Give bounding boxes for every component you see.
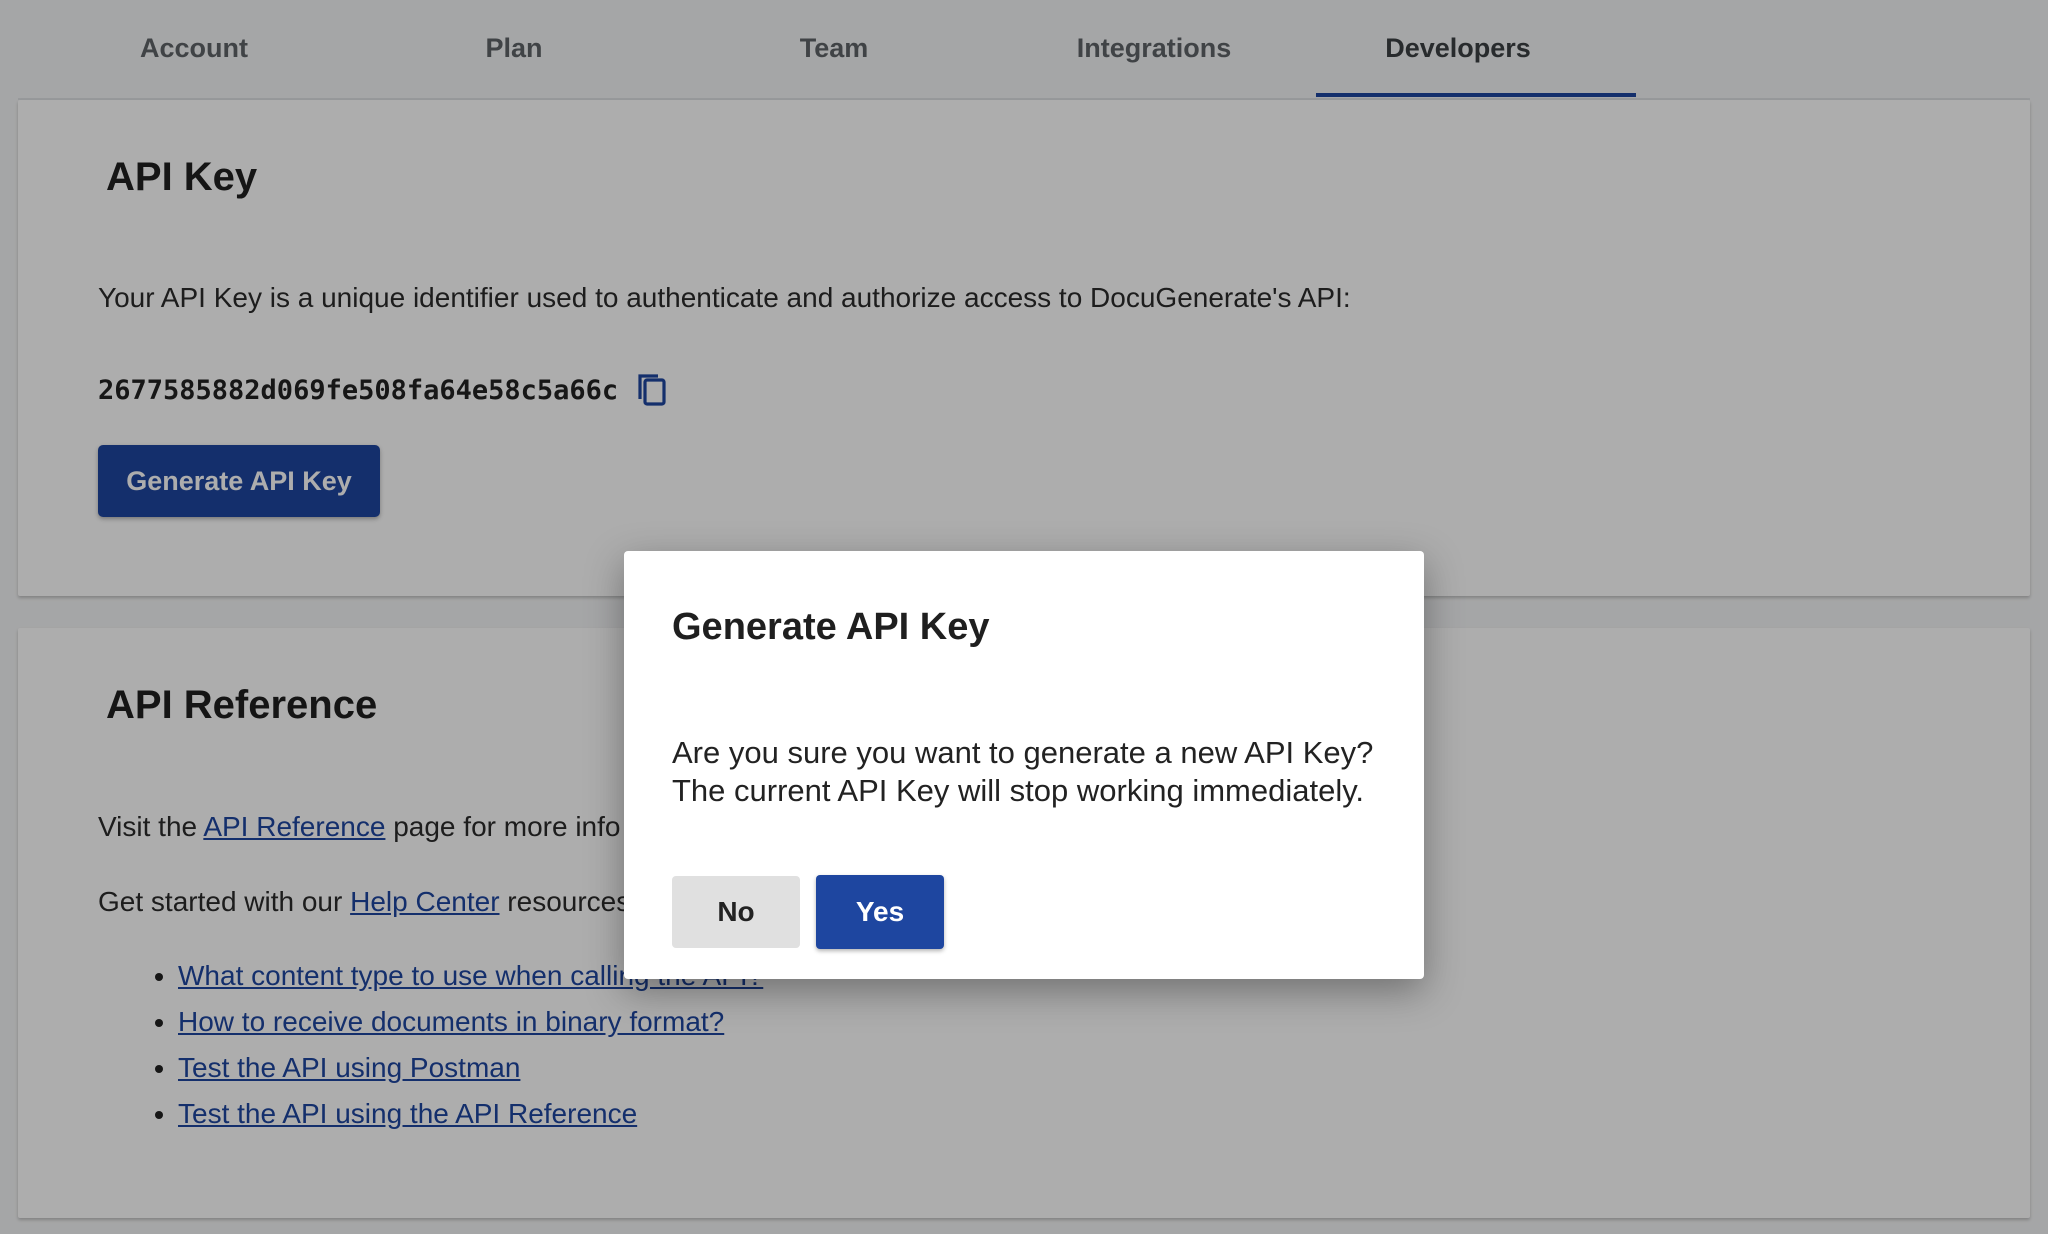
yes-button[interactable]: Yes: [816, 875, 944, 949]
dialog-title: Generate API Key: [672, 606, 990, 648]
dialog-message: Are you sure you want to generate a new …: [672, 734, 1392, 810]
no-button[interactable]: No: [672, 876, 800, 948]
dialog-message-line-1: Are you sure you want to generate a new …: [672, 735, 1374, 770]
dialog-message-line-2: The current API Key will stop working im…: [672, 773, 1365, 808]
